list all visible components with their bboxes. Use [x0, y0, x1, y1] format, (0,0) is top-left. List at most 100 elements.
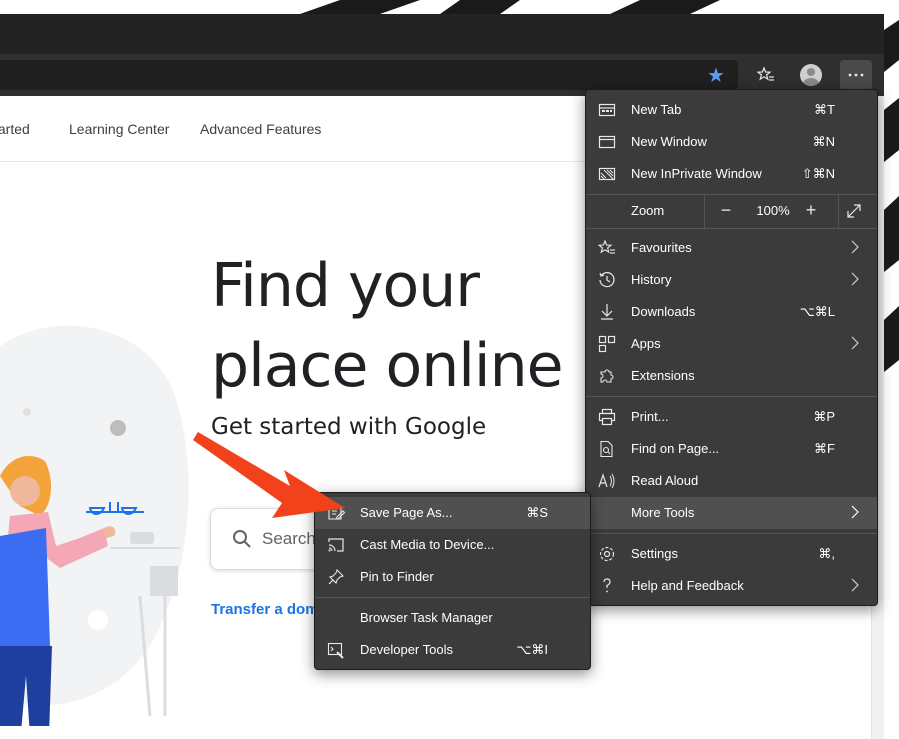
menu-item-settings[interactable]: Settings ⌘,	[586, 538, 877, 570]
menu-item-label: New Tab	[631, 102, 682, 117]
more-icon[interactable]	[840, 60, 872, 90]
menu-item-apps[interactable]: Apps	[586, 328, 877, 360]
menu-item-label: Save Page As...	[360, 505, 453, 520]
favourites-icon	[598, 239, 615, 254]
menu-item-label: New InPrivate Window	[631, 166, 762, 181]
menu-item-find-on-page[interactable]: Find on Page... ⌘F	[586, 433, 877, 465]
menu-item-favourites[interactable]: Favourites	[586, 232, 877, 264]
menu-item-new-window[interactable]: New Window ⌘N	[586, 126, 877, 158]
zoom-in-button[interactable]: +	[799, 199, 823, 223]
address-bar[interactable]	[0, 60, 738, 90]
menu-item-label: Developer Tools	[360, 642, 453, 657]
menu-separator	[315, 597, 590, 598]
menu-item-label: Extensions	[631, 368, 695, 383]
hero-title: Find your place online	[211, 246, 564, 406]
menu-item-history[interactable]: History	[586, 264, 877, 296]
nav-link-get-started[interactable]: tarted	[0, 121, 30, 137]
menu-item-label: Help and Feedback	[631, 578, 744, 593]
menu-item-browser-task-manager[interactable]: Browser Task Manager	[315, 602, 590, 634]
find-icon	[600, 440, 613, 458]
favorites-icon[interactable]	[750, 60, 782, 90]
developer-tools-icon	[327, 642, 344, 659]
menu-item-label: Find on Page...	[631, 441, 720, 456]
menu-item-print[interactable]: Print... ⌘P	[586, 401, 877, 433]
save-page-icon	[328, 505, 345, 520]
read-aloud-icon	[598, 473, 615, 489]
menu-item-label: Settings	[631, 546, 678, 561]
menu-item-new-tab[interactable]: New Tab ⌘T	[586, 94, 877, 126]
fullscreen-icon[interactable]	[846, 203, 862, 219]
cast-icon	[328, 538, 344, 552]
help-icon	[603, 578, 611, 593]
menu-item-label: Apps	[631, 336, 661, 351]
hero-subtitle: Get started with Google	[211, 414, 487, 440]
menu-shortcut: ⌘F	[814, 441, 835, 456]
chevron-right-icon	[851, 578, 859, 592]
menu-shortcut: ⌥⌘I	[516, 642, 548, 657]
apps-icon	[598, 335, 616, 353]
menu-shortcut: ⌘P	[813, 409, 835, 424]
menu-item-label: Pin to Finder	[360, 569, 434, 584]
menu-separator	[586, 228, 877, 229]
menu-item-read-aloud[interactable]: Read Aloud	[586, 465, 877, 497]
menu-item-label: Cast Media to Device...	[360, 537, 495, 552]
menu-separator	[586, 533, 877, 534]
menu-item-extensions[interactable]: Extensions	[586, 360, 877, 392]
menu-separator	[586, 396, 877, 397]
menu-shortcut: ⇧⌘N	[801, 166, 835, 181]
pin-icon	[328, 568, 345, 585]
extensions-icon	[600, 369, 614, 383]
browser-main-menu: New Tab ⌘T New Window ⌘N New InPrivate W…	[585, 89, 878, 606]
zoom-divider	[704, 194, 705, 228]
chevron-right-icon	[851, 336, 859, 350]
menu-item-label: Print...	[631, 409, 669, 424]
menu-shortcut: ⌘T	[814, 102, 835, 117]
zoom-value: 100%	[756, 203, 790, 218]
menu-item-downloads[interactable]: Downloads ⌥⌘L	[586, 296, 877, 328]
menu-item-pin-to-finder[interactable]: Pin to Finder	[315, 561, 590, 593]
zoom-out-button[interactable]: −	[714, 199, 738, 223]
new-window-icon	[598, 135, 616, 149]
menu-item-developer-tools[interactable]: Developer Tools ⌥⌘I	[315, 634, 590, 666]
history-icon	[599, 272, 615, 288]
print-icon	[598, 408, 616, 426]
menu-item-label: More Tools	[631, 505, 695, 520]
hero-title-line-1: Find your	[211, 251, 480, 321]
menu-shortcut: ⌘S	[526, 505, 548, 520]
menu-shortcut: ⌘N	[812, 134, 835, 149]
profile-avatar[interactable]	[795, 60, 827, 90]
settings-icon	[599, 546, 615, 562]
nav-link-advanced-features[interactable]: Advanced Features	[200, 121, 321, 137]
menu-item-label: Downloads	[631, 304, 696, 319]
menu-item-label: New Window	[631, 134, 707, 149]
chevron-right-icon	[851, 272, 859, 286]
hero-title-line-2: place online	[211, 331, 564, 401]
menu-item-label: History	[631, 272, 672, 287]
inprivate-icon	[598, 167, 616, 181]
chevron-right-icon	[851, 505, 859, 519]
avatar-icon	[800, 64, 822, 86]
more-tools-submenu: Save Page As... ⌘S Cast Media to Device.…	[314, 492, 591, 670]
search-icon	[233, 530, 251, 548]
star-icon[interactable]: ★	[700, 60, 732, 90]
downloads-icon	[601, 304, 613, 320]
menu-item-cast-media[interactable]: Cast Media to Device...	[315, 529, 590, 561]
zoom-label: Zoom	[631, 203, 665, 218]
menu-item-label: Favourites	[631, 240, 692, 255]
menu-item-help-and-feedback[interactable]: Help and Feedback	[586, 570, 877, 602]
chevron-right-icon	[851, 240, 859, 254]
menu-item-label: Read Aloud	[631, 473, 699, 488]
menu-item-new-inprivate-window[interactable]: New InPrivate Window ⇧⌘N	[586, 158, 877, 190]
menu-shortcut: ⌘,	[818, 546, 835, 561]
search-input[interactable]: Search	[262, 529, 316, 549]
transfer-domain-link[interactable]: Transfer a dom	[211, 601, 319, 618]
menu-shortcut: ⌥⌘L	[799, 304, 835, 319]
new-tab-icon	[598, 103, 616, 117]
nav-link-learning-center[interactable]: Learning Center	[69, 121, 169, 137]
zoom-divider	[838, 194, 839, 228]
menu-item-save-page-as[interactable]: Save Page As... ⌘S	[315, 497, 590, 529]
zoom-control: Zoom − 100% +	[586, 194, 877, 228]
title-bar	[0, 14, 884, 54]
menu-item-label: Browser Task Manager	[360, 610, 493, 625]
menu-item-more-tools[interactable]: More Tools	[586, 497, 877, 529]
